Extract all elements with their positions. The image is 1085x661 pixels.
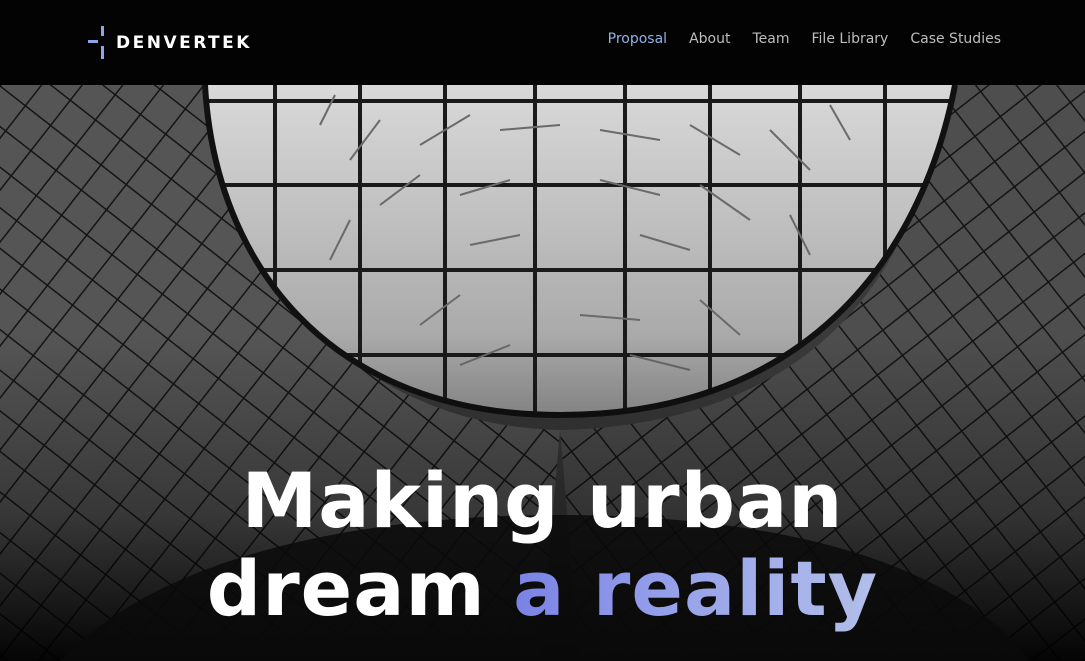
headline-line-2: dream a reality bbox=[0, 545, 1085, 633]
main-nav: Proposal About Team File Library Case St… bbox=[608, 31, 1001, 47]
logo-mark-icon bbox=[88, 26, 108, 60]
nav-link-about[interactable]: About bbox=[689, 31, 730, 47]
nav-link-case-studies[interactable]: Case Studies bbox=[910, 31, 1001, 47]
top-navbar: DENVERTEK Proposal About Team File Libra… bbox=[0, 0, 1085, 85]
headline-accent-text: a reality bbox=[513, 544, 879, 633]
headline-plain-text: dream bbox=[206, 544, 486, 633]
nav-link-file-library[interactable]: File Library bbox=[812, 31, 889, 47]
brand-logo[interactable]: DENVERTEK bbox=[88, 26, 252, 60]
nav-link-proposal[interactable]: Proposal bbox=[608, 31, 667, 47]
hero-section: Making urban dream a reality bbox=[0, 85, 1085, 661]
hero-headline: Making urban dream a reality bbox=[0, 457, 1085, 633]
headline-line-1: Making urban bbox=[241, 456, 844, 545]
brand-name: DENVERTEK bbox=[116, 33, 252, 53]
nav-link-team[interactable]: Team bbox=[752, 31, 789, 47]
